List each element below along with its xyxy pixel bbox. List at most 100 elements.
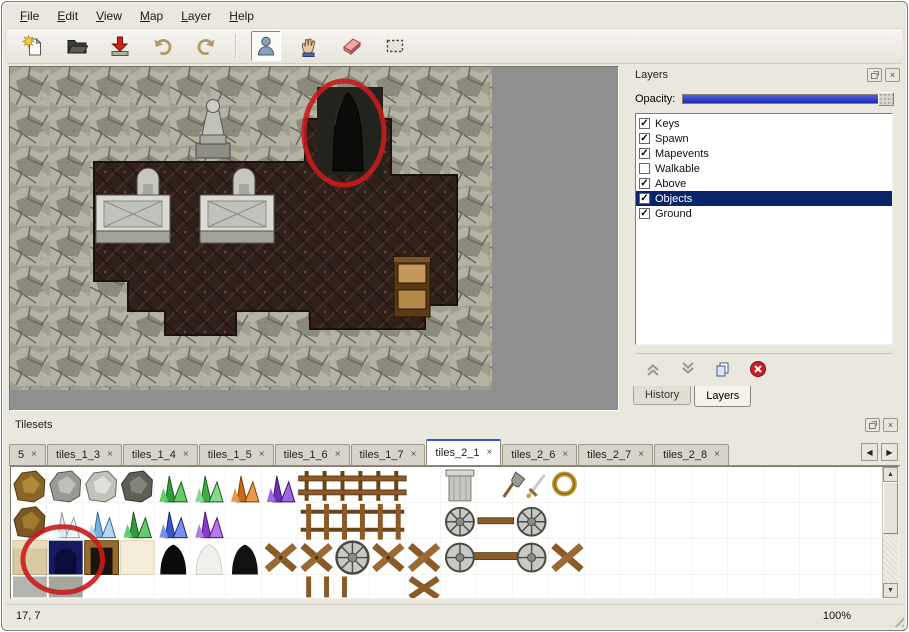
- cabinet: [394, 257, 430, 317]
- tile-tan-floor: [13, 541, 47, 575]
- tab-5[interactable]: 5 ×: [9, 444, 46, 465]
- redo-button[interactable]: [191, 31, 221, 61]
- duplicate-layer-button[interactable]: [713, 359, 733, 379]
- layer-checkbox[interactable]: [639, 163, 650, 174]
- tileset-scrollbar[interactable]: ▲ ▼: [882, 467, 898, 598]
- selected-tile-navy-door[interactable]: [49, 541, 83, 575]
- layer-row-spawn[interactable]: ✓ Spawn: [636, 131, 892, 146]
- layer-checkbox[interactable]: ✓: [639, 118, 650, 129]
- layer-row-keys[interactable]: ✓ Keys: [636, 116, 892, 131]
- opacity-slider[interactable]: [682, 94, 893, 104]
- menu-edit[interactable]: Edit: [49, 6, 86, 26]
- map-canvas[interactable]: [10, 67, 492, 390]
- save-button[interactable]: [105, 31, 135, 61]
- tileset-view: ▲ ▼: [10, 466, 899, 599]
- delete-icon: [749, 360, 767, 378]
- layer-checkbox[interactable]: ✓: [639, 178, 650, 189]
- tab-close-icon[interactable]: ×: [183, 450, 189, 460]
- layer-list: ✓ Keys ✓ Spawn ✓ Mapevents Walkable ✓ Ab…: [635, 113, 893, 345]
- zoom-level: 100%: [823, 610, 851, 622]
- tab-close-icon[interactable]: ×: [107, 450, 113, 460]
- scroll-up-button[interactable]: ▲: [883, 467, 898, 482]
- scroll-down-button[interactable]: ▼: [883, 583, 898, 598]
- menu-file[interactable]: File: [12, 6, 47, 26]
- tilesets-panel: Tilesets × 5 × tiles_1_3 × tiles_1_4 ×: [6, 416, 903, 606]
- open-file-button[interactable]: [62, 31, 92, 61]
- tomb-left: [96, 195, 170, 243]
- tab-close-icon[interactable]: ×: [486, 448, 492, 458]
- select-tool-button[interactable]: [380, 31, 410, 61]
- layer-label: Objects: [655, 193, 692, 205]
- layer-checkbox[interactable]: ✓: [639, 208, 650, 219]
- float-icon: [870, 70, 880, 80]
- menu-layer[interactable]: Layer: [173, 6, 219, 26]
- tab-close-icon[interactable]: ×: [259, 450, 265, 460]
- layer-label: Mapevents: [655, 148, 709, 160]
- layer-label: Walkable: [655, 163, 700, 175]
- layer-checkbox[interactable]: ✓: [639, 133, 650, 144]
- layer-checkbox[interactable]: ✓: [639, 193, 650, 204]
- tab-tiles_1_3[interactable]: tiles_1_3 ×: [47, 444, 122, 465]
- opacity-slider-handle[interactable]: [878, 92, 894, 106]
- move-layer-up-button[interactable]: [643, 359, 663, 379]
- tab-tiles_2_6[interactable]: tiles_2_6 ×: [502, 444, 577, 465]
- new-file-button[interactable]: [19, 31, 49, 61]
- toolbar-separator: [235, 34, 237, 58]
- layer-row-ground[interactable]: ✓ Ground: [636, 206, 892, 221]
- tab-close-icon[interactable]: ×: [335, 450, 341, 460]
- close-icon: ×: [890, 71, 895, 80]
- tilesets-panel-title: Tilesets: [15, 419, 862, 431]
- tab-tiles_1_6[interactable]: tiles_1_6 ×: [275, 444, 350, 465]
- tileset-grid[interactable]: [11, 467, 882, 598]
- tab-layers[interactable]: Layers: [694, 386, 751, 407]
- redo-icon: [194, 34, 218, 58]
- menu-help[interactable]: Help: [221, 6, 262, 26]
- person-stamp-icon: [254, 34, 278, 58]
- close-panel-button[interactable]: ×: [885, 68, 900, 82]
- tab-tiles_1_4[interactable]: tiles_1_4 ×: [123, 444, 198, 465]
- delete-layer-button[interactable]: [748, 359, 768, 379]
- tab-tiles_2_8[interactable]: tiles_2_8 ×: [654, 444, 729, 465]
- close-panel-button[interactable]: ×: [883, 418, 898, 432]
- tab-close-icon[interactable]: ×: [411, 450, 417, 460]
- menu-map[interactable]: Map: [132, 6, 171, 26]
- undo-button[interactable]: [148, 31, 178, 61]
- main-toolbar: [7, 28, 902, 64]
- layer-row-walkable[interactable]: Walkable: [636, 161, 892, 176]
- move-layer-down-button[interactable]: [678, 359, 698, 379]
- tab-tiles_2_7[interactable]: tiles_2_7 ×: [578, 444, 653, 465]
- tab-scroll-right-button[interactable]: ▶: [881, 443, 898, 461]
- layer-checkbox[interactable]: ✓: [639, 148, 650, 159]
- hand-brush-icon: [297, 34, 321, 58]
- tab-tiles_1_7[interactable]: tiles_1_7 ×: [351, 444, 426, 465]
- tab-history[interactable]: History: [633, 386, 691, 405]
- scrollbar-thumb[interactable]: [883, 482, 898, 534]
- save-icon: [108, 34, 132, 58]
- tile-column-capital: [446, 470, 474, 501]
- menu-view[interactable]: View: [88, 6, 130, 26]
- tab-tiles_2_1[interactable]: tiles_2_1 ×: [426, 439, 501, 465]
- tab-close-icon[interactable]: ×: [31, 450, 37, 460]
- map-viewport[interactable]: [9, 66, 619, 411]
- brush-tool-button[interactable]: [294, 31, 324, 61]
- tab-close-icon[interactable]: ×: [562, 450, 568, 460]
- tab-tiles_1_5[interactable]: tiles_1_5 ×: [199, 444, 274, 465]
- selection-icon: [383, 34, 407, 58]
- layer-row-above[interactable]: ✓ Above: [636, 176, 892, 191]
- layer-row-objects[interactable]: ✓ Objects: [636, 191, 892, 206]
- eraser-tool-button[interactable]: [337, 31, 367, 61]
- layer-actions-bar: [635, 353, 893, 383]
- new-file-icon: [22, 34, 46, 58]
- menu-bar: File Edit View Map Layer Help: [8, 5, 901, 27]
- move-down-icon: [679, 360, 697, 378]
- tab-close-icon[interactable]: ×: [714, 450, 720, 460]
- layer-row-mapevents[interactable]: ✓ Mapevents: [636, 146, 892, 161]
- tab-close-icon[interactable]: ×: [638, 450, 644, 460]
- tomb-right: [200, 195, 274, 243]
- float-icon: [868, 420, 878, 430]
- scrollbar-track[interactable]: [883, 482, 898, 583]
- stamp-tool-button[interactable]: [251, 31, 281, 61]
- float-panel-button[interactable]: [865, 418, 880, 432]
- tab-scroll-left-button[interactable]: ◀: [861, 443, 878, 461]
- float-panel-button[interactable]: [867, 68, 882, 82]
